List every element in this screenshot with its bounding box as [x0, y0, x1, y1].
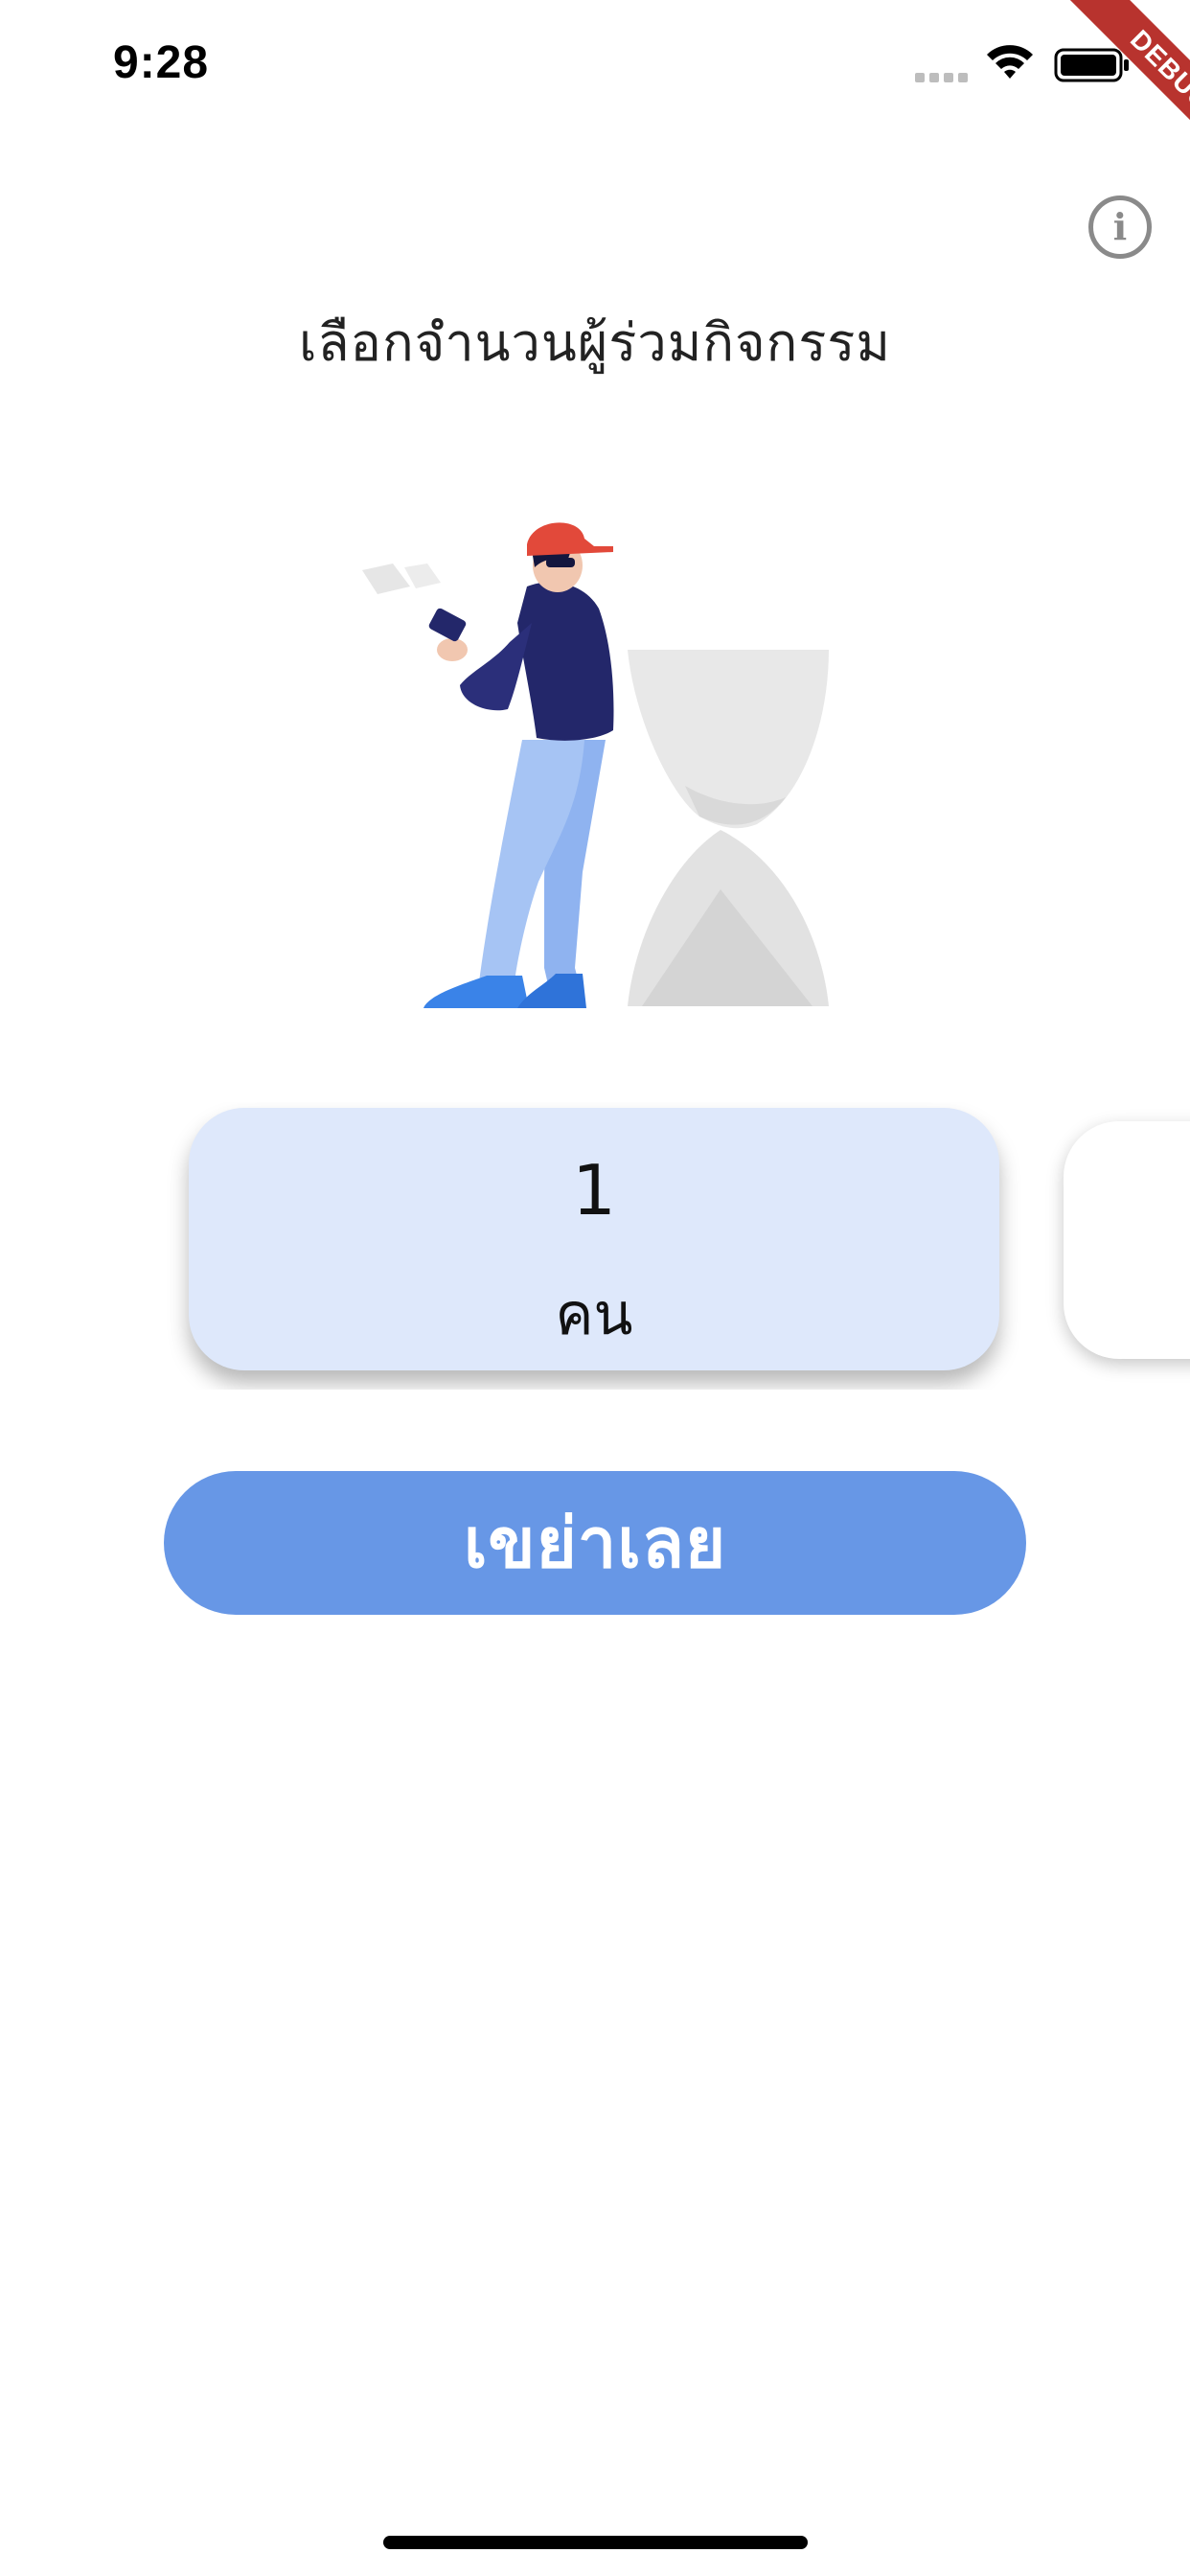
floating-card-a	[362, 564, 410, 594]
shake-button[interactable]: เขย่าเลย	[164, 1471, 1026, 1615]
hourglass-top	[628, 650, 829, 829]
home-indicator	[383, 2536, 808, 2549]
floating-card-b	[404, 564, 441, 588]
person-torso	[517, 582, 614, 741]
person-with-hourglass-illustration	[362, 522, 829, 1008]
page-title: เลือกจำนวนผู้ร่วมกิจกรรม	[299, 312, 891, 373]
person-shoe-front	[423, 976, 529, 1008]
selected-count-card[interactable]: 1 คน	[189, 1108, 999, 1370]
phone	[428, 608, 467, 642]
signal-icon	[915, 73, 968, 82]
count-unit: คน	[555, 1281, 633, 1348]
count-carousel[interactable]: 1 คน	[0, 1102, 1190, 1390]
debug-banner: DEBUG	[998, 0, 1190, 192]
person-sleeve	[460, 623, 532, 711]
info-icon[interactable]: i	[1088, 196, 1152, 259]
person-shoe-back	[517, 974, 586, 1008]
next-count-card[interactable]	[1064, 1121, 1190, 1359]
status-time: 9:28	[113, 37, 210, 88]
count-value: 1	[572, 1150, 616, 1230]
cap	[527, 522, 613, 556]
person-hand	[437, 638, 468, 661]
debug-ribbon-label: DEBUG	[1054, 0, 1190, 188]
